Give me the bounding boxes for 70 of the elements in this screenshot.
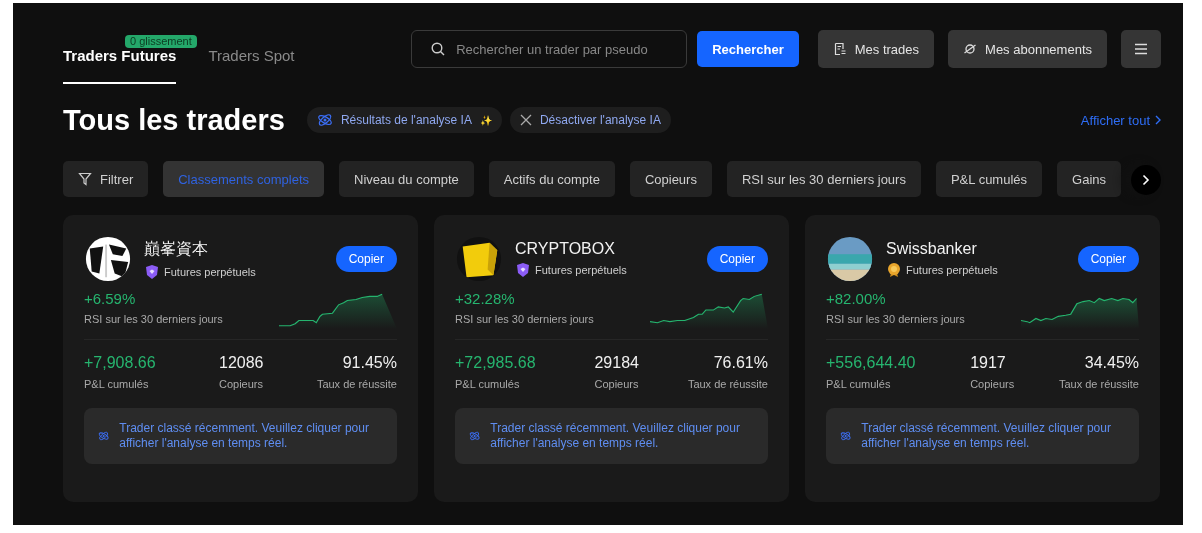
copy-button[interactable]: Copier <box>335 246 397 272</box>
filter-chip[interactable]: RSI sur les 30 derniers jours <box>726 161 921 197</box>
win-rate-value: 34.45% <box>1084 354 1139 372</box>
menu-button[interactable] <box>1121 30 1161 68</box>
notice-text: Trader classé récemment. Veuillez cliquer pour afficher l'analyse en temps réel. <box>861 421 1112 451</box>
analysis-notice[interactable]: Trader classé récemment. Veuillez cliquer pour afficher l'analyse en temps réel. <box>455 408 768 464</box>
page-title: Tous les traders <box>63 103 285 137</box>
win-rate-label: Taux de réussite <box>316 378 397 390</box>
copy-button[interactable]: Copier <box>706 246 768 272</box>
copiers-label: Copieurs <box>219 378 264 390</box>
notice-text: Trader classé récemment. Veuillez cliquer pour afficher l'analyse en temps réel. <box>490 421 741 451</box>
roi-label: RSI sur les 30 derniers jours <box>84 313 223 325</box>
tab[interactable]: Traders Spot <box>208 43 295 84</box>
analysis-notice[interactable]: Trader classé récemment. Veuillez cliquer pour afficher l'analyse en temps réel. <box>826 408 1139 464</box>
roi-label: RSI sur les 30 derniers jours <box>826 313 965 325</box>
tab-badge: 0 glissement <box>125 35 197 48</box>
notice-text: Trader classé récemment. Veuillez cliquer pour afficher l'analyse en temps réel. <box>119 421 370 451</box>
copiers-value: 12086 <box>219 354 264 372</box>
menu-icon <box>1134 43 1148 55</box>
shield-icon <box>515 262 531 278</box>
analysis-notice[interactable]: Trader classé récemment. Veuillez cliquer pour afficher l'analyse en temps réel. <box>84 408 397 464</box>
chevron-right-icon <box>1142 174 1150 186</box>
roi-value: +32.28% <box>455 290 516 307</box>
copiers-label: Copieurs <box>594 378 639 390</box>
filter-chip[interactable]: Niveau du compte <box>339 161 474 197</box>
win-rate-value: 76.61% <box>713 354 768 372</box>
view-all-link[interactable]: Afficher tout <box>1080 112 1161 128</box>
chevron-right-icon <box>1155 115 1161 125</box>
medal-icon <box>886 262 902 278</box>
pnl-value: +7,908.66 <box>84 354 156 372</box>
pnl-label: P&L cumulés <box>826 378 892 390</box>
copiers-label: Copieurs <box>970 378 1015 390</box>
win-rate-value: 91.45% <box>342 354 397 372</box>
copiers-value: 1917 <box>970 354 1006 372</box>
pnl-value: +556,644.40 <box>826 354 916 372</box>
trader-name: Swissbanker <box>886 240 978 258</box>
funnel-icon <box>78 172 92 186</box>
search-icon <box>431 42 446 56</box>
action-button[interactable]: Mes abonnements <box>948 30 1107 68</box>
filter-chip[interactable]: Actifs du compte <box>488 161 615 197</box>
document-icon <box>832 42 847 56</box>
scroll-right-button[interactable] <box>1131 165 1161 195</box>
copiers-value: 29184 <box>594 354 639 372</box>
close-icon <box>519 114 532 126</box>
pnl-value: +72,985.68 <box>455 354 536 372</box>
roi-value: +82.00% <box>826 290 887 307</box>
shield-icon <box>144 263 160 280</box>
filter-chip[interactable]: P&L cumulés <box>935 161 1043 197</box>
trader-name: 巔峯資本 <box>144 238 209 259</box>
planet-icon <box>963 42 978 56</box>
category-label: Futures perpétuels <box>164 265 256 278</box>
trader-name: CRYPTOBOX <box>515 240 616 258</box>
category-label: Futures perpétuels <box>906 264 998 276</box>
pnl-label: P&L cumulés <box>455 378 521 390</box>
win-rate-label: Taux de réussite <box>1058 378 1139 390</box>
roi-label: RSI sur les 30 derniers jours <box>455 313 594 325</box>
pnl-label: P&L cumulés <box>84 378 150 390</box>
action-button[interactable]: Mes trades <box>817 30 935 68</box>
filter-chip[interactable]: Copieurs <box>629 161 712 197</box>
ai-chip[interactable]: Désactiver l'analyse IA <box>509 107 671 133</box>
roi-value: +6.59% <box>84 290 137 307</box>
filter-button[interactable]: Filtrer <box>63 161 149 197</box>
copy-button[interactable]: Copier <box>1077 246 1139 272</box>
atom-icon <box>316 112 333 128</box>
search-button[interactable]: Rechercher <box>697 31 799 67</box>
win-rate-label: Taux de réussite <box>687 378 768 390</box>
ai-chip[interactable]: Résultats de l'analyse IA ✨ <box>306 107 502 133</box>
category-label: Futures perpétuels <box>535 264 627 276</box>
search-field[interactable]: Rechercher un trader par pseudo <box>411 30 688 68</box>
filter-chip[interactable]: Gains <box>1057 161 1121 197</box>
